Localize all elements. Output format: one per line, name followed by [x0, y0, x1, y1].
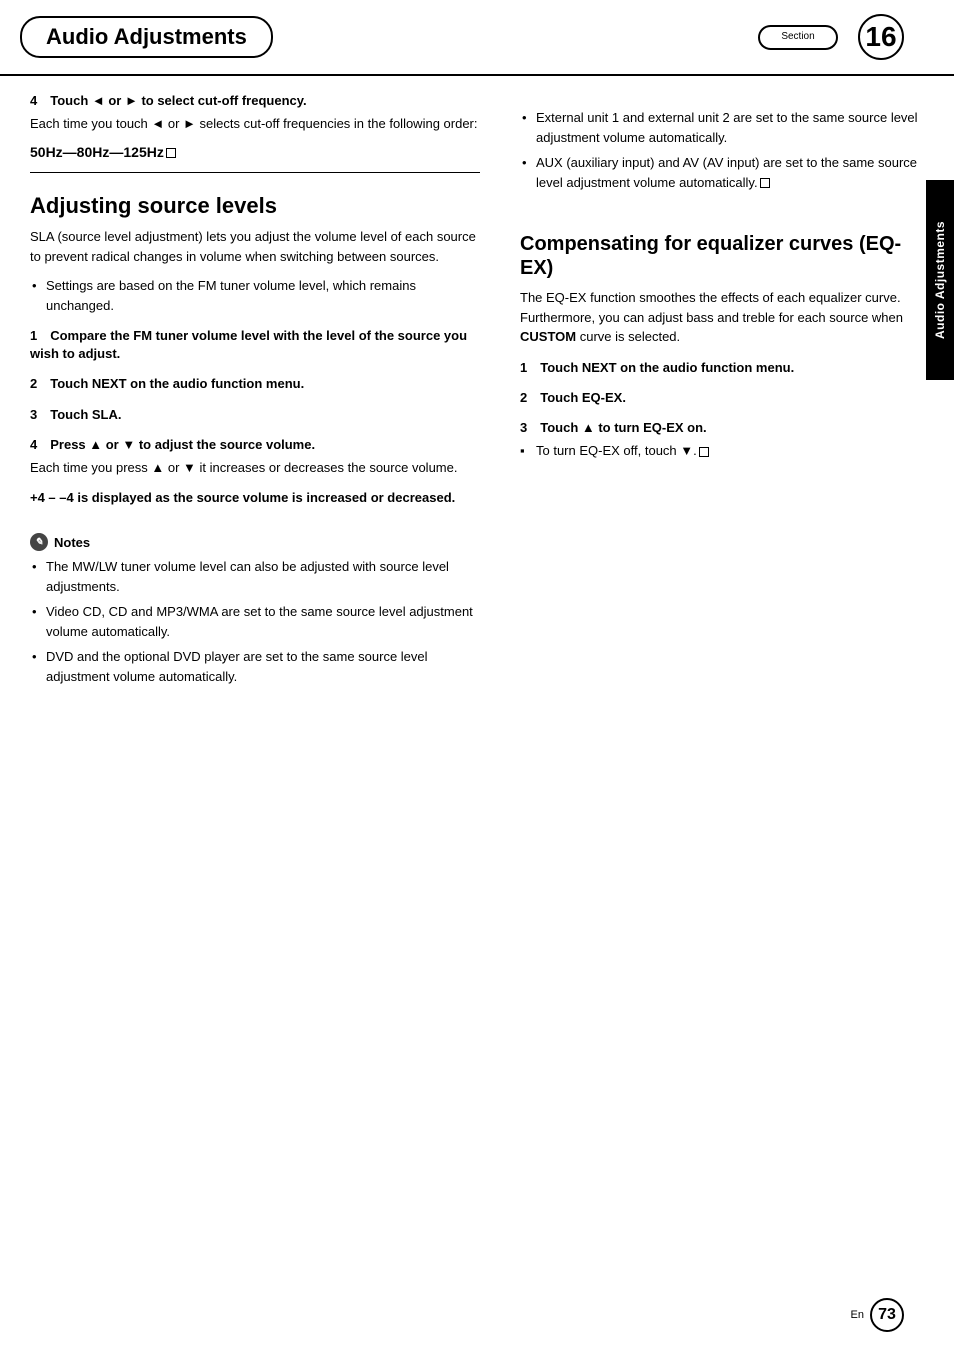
eq-step1-heading: 1 Touch NEXT on the audio function menu.: [520, 359, 920, 377]
section-label: Section: [778, 31, 818, 42]
section-number: 16: [858, 14, 904, 60]
step4-heading: 4 Touch ◄ or ► to select cut-off frequen…: [30, 92, 480, 110]
notes-header: ✎ Notes: [30, 533, 480, 551]
right-top-bullets: External unit 1 and external unit 2 are …: [520, 108, 920, 192]
header-right: Section 16: [758, 14, 904, 60]
right-column: External unit 1 and external unit 2 are …: [500, 76, 930, 722]
left-bullet-list: Settings are based on the FM tuner volum…: [30, 276, 480, 315]
freq-line: 50Hz—80Hz—125Hz: [30, 144, 480, 160]
sidebar-tab: Audio Adjustments: [926, 180, 954, 380]
section-title-left: Adjusting source levels: [30, 193, 480, 219]
step4-body: Each time you touch ◄ or ► selects cut-o…: [30, 114, 480, 134]
left-column: 4 Touch ◄ or ► to select cut-off frequen…: [20, 76, 500, 722]
section-intro-right: The EQ-EX function smoothes the effects …: [520, 288, 920, 347]
step4-cutoff: 4 Touch ◄ or ► to select cut-off frequen…: [30, 92, 480, 160]
right-bullet-2: AUX (auxiliary input) and AV (AV input) …: [520, 153, 920, 192]
spacer: [520, 202, 920, 232]
eq-step1-block: 1 Touch NEXT on the audio function menu.: [520, 359, 920, 377]
step1-block: 1 Compare the FM tuner volume level with…: [30, 327, 480, 363]
step1-heading: 1 Compare the FM tuner volume level with…: [30, 327, 480, 363]
page: Audio Adjustments Section 16 Audio Adjus…: [0, 0, 954, 1352]
step3-heading: 3 Touch SLA.: [30, 406, 480, 424]
adjusting-source-levels-section: Adjusting source levels SLA (source leve…: [30, 193, 480, 315]
eq-step3-bullets: To turn EQ-EX off, touch ▼.: [520, 441, 920, 461]
step2-block: 2 Touch NEXT on the audio function menu.: [30, 375, 480, 393]
divider: [30, 172, 480, 173]
step4b-block: 4 Press ▲ or ▼ to adjust the source volu…: [30, 436, 480, 507]
header: Audio Adjustments Section 16: [0, 0, 954, 76]
eq-step2-heading: 2 Touch EQ-EX.: [520, 389, 920, 407]
note-2: Video CD, CD and MP3/WMA are set to the …: [30, 602, 480, 641]
main-content: 4 Touch ◄ or ► to select cut-off frequen…: [0, 76, 954, 722]
left-bullet-1: Settings are based on the FM tuner volum…: [30, 276, 480, 315]
eq-step3-block: 3 Touch ▲ to turn EQ-EX on. To turn EQ-E…: [520, 419, 920, 461]
eq-ex-section: Compensating for equalizer curves (EQ-EX…: [520, 232, 920, 347]
footer-lang: En: [851, 1309, 864, 1321]
note-1: The MW/LW tuner volume level can also be…: [30, 557, 480, 596]
right-bullet-list: External unit 1 and external unit 2 are …: [520, 108, 920, 192]
custom-text: CUSTOM: [520, 329, 576, 344]
notes-box: ✎ Notes The MW/LW tuner volume level can…: [30, 523, 480, 706]
notes-label: Notes: [54, 535, 90, 550]
eq-step2-block: 2 Touch EQ-EX.: [520, 389, 920, 407]
section-box: Section: [758, 25, 838, 50]
notes-icon: ✎: [30, 533, 48, 551]
step4b-range: +4 – –4 is displayed as the source volum…: [30, 488, 480, 508]
step2-heading: 2 Touch NEXT on the audio function menu.: [30, 375, 480, 393]
section-title-right: Compensating for equalizer curves (EQ-EX…: [520, 232, 920, 280]
step4b-heading: 4 Press ▲ or ▼ to adjust the source volu…: [30, 436, 480, 454]
eq-step3-heading: 3 Touch ▲ to turn EQ-EX on.: [520, 419, 920, 437]
right-bullet-1: External unit 1 and external unit 2 are …: [520, 108, 920, 147]
footer: En 73: [851, 1298, 904, 1332]
eq-step3-bullet-1: To turn EQ-EX off, touch ▼.: [520, 441, 920, 461]
page-title: Audio Adjustments: [20, 16, 273, 58]
section-intro-left: SLA (source level adjustment) lets you a…: [30, 227, 480, 266]
note-3: DVD and the optional DVD player are set …: [30, 647, 480, 686]
step4b-body: Each time you press ▲ or ▼ it increases …: [30, 458, 480, 478]
step3-block: 3 Touch SLA.: [30, 406, 480, 424]
stop-icon-2: [760, 178, 770, 188]
page-number: 73: [870, 1298, 904, 1332]
stop-icon: [166, 148, 176, 158]
stop-icon-3: [699, 447, 709, 457]
notes-list: The MW/LW tuner volume level can also be…: [30, 557, 480, 686]
